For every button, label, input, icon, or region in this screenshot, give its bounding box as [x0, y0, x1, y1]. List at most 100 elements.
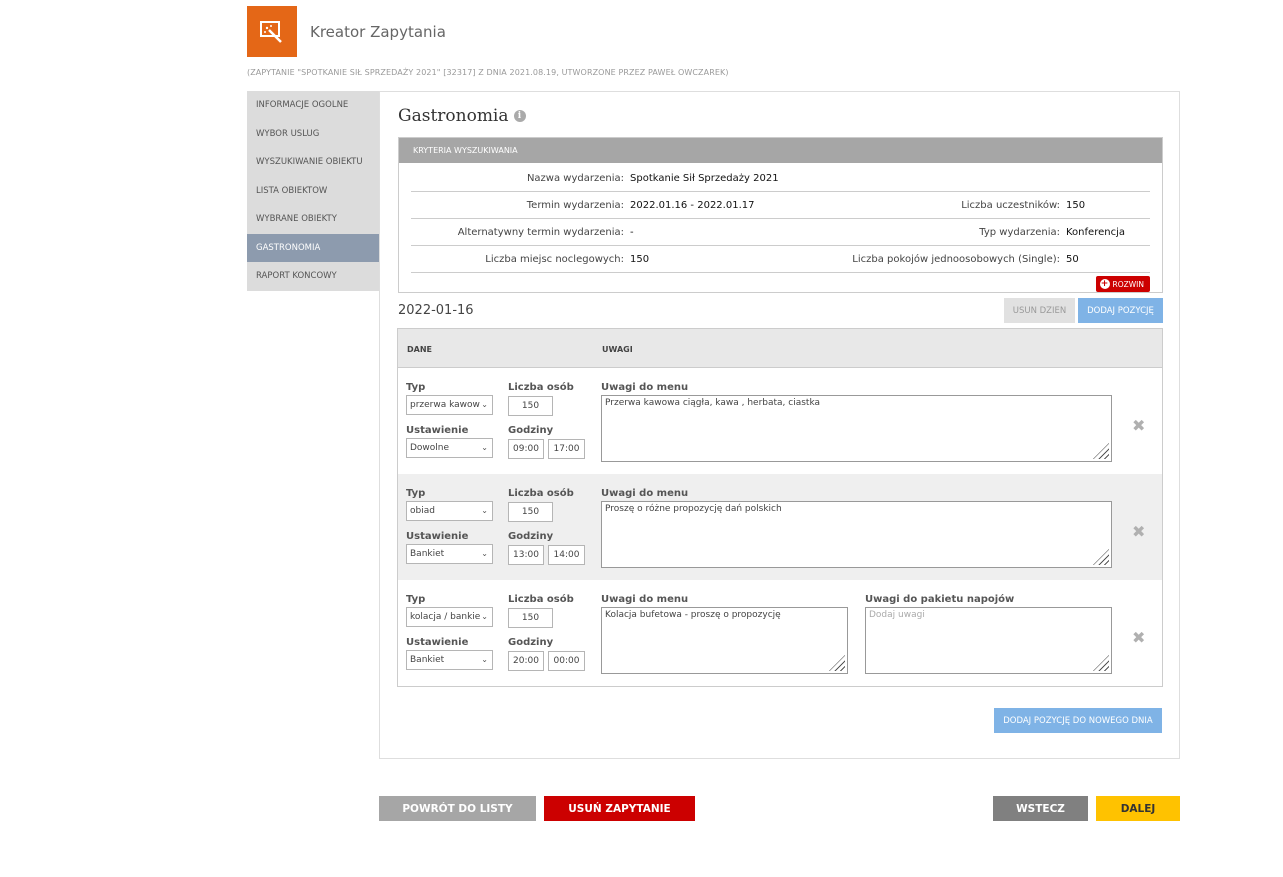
- ustawienie-select[interactable]: Dowolne ⌄: [406, 438, 493, 458]
- plus-circle-icon: +: [1099, 278, 1110, 289]
- uwagi-menu-label: Uwagi do menu: [601, 594, 689, 605]
- typ-select[interactable]: obiad ⌄: [406, 501, 493, 521]
- liczba-osob-label: Liczba osób: [508, 382, 574, 393]
- uwagi-menu-label: Uwagi do menu: [601, 382, 689, 393]
- criteria-value: -: [630, 227, 634, 238]
- criteria-row: Termin wydarzenia: 2022.01.16 - 2022.01.…: [411, 192, 1150, 219]
- typ-label: Typ: [406, 594, 426, 605]
- expand-button[interactable]: + ROZWIN: [1095, 276, 1150, 292]
- sidebar-item-wyszukiwanie-obiektu[interactable]: WYSZUKIWANIE OBIEKTU: [247, 148, 380, 177]
- liczba-osob-input[interactable]: 150: [508, 396, 553, 416]
- add-item-button[interactable]: DODAJ POZYCJĘ: [1078, 298, 1163, 323]
- godziny-label: Godziny: [508, 425, 554, 436]
- uwagi-menu-label: Uwagi do menu: [601, 488, 689, 499]
- resize-grip-icon[interactable]: [1093, 549, 1109, 565]
- criteria-label: Liczba uczestników:: [961, 200, 1060, 211]
- catering-item: Typ kolacja / bankie ⌄ Liczba osób 150 U…: [398, 580, 1162, 686]
- criteria-value: Spotkanie Sił Sprzedaży 2021: [630, 173, 779, 184]
- ustawienie-label: Ustawienie: [406, 637, 469, 648]
- magic-wand-icon: [260, 20, 282, 43]
- uwagi-menu-textarea[interactable]: Proszę o różne propozycję dań polskich: [601, 501, 1112, 568]
- back-button[interactable]: WSTECZ: [993, 796, 1088, 821]
- time-from-input[interactable]: 20:00: [508, 651, 544, 671]
- ustawienie-label: Ustawienie: [406, 531, 469, 542]
- catering-items-table: DANE UWAGI Typ przerwa kawow ⌄ Liczba os…: [397, 328, 1163, 687]
- liczba-osob-label: Liczba osób: [508, 594, 574, 605]
- back-to-list-button[interactable]: POWRÓT DO LISTY: [379, 796, 536, 821]
- delete-request-button[interactable]: USUŃ ZAPYTANIE: [544, 796, 695, 821]
- uwagi-menu-textarea[interactable]: Kolacja bufetowa - proszę o propozycję: [601, 607, 848, 674]
- delete-item-icon[interactable]: ✖: [1132, 416, 1145, 435]
- ustawienie-label: Ustawienie: [406, 425, 469, 436]
- uwagi-menu-text: Przerwa kawowa ciągła, kawa , herbata, c…: [605, 398, 821, 408]
- criteria-label: Liczba miejsc noclegowych:: [485, 254, 624, 265]
- uwagi-menu-textarea[interactable]: Przerwa kawowa ciągła, kawa , herbata, c…: [601, 395, 1112, 462]
- uwagi-napoje-placeholder: Dodaj uwagi: [869, 610, 925, 620]
- resize-grip-icon[interactable]: [1093, 655, 1109, 671]
- resize-grip-icon[interactable]: [1093, 443, 1109, 459]
- time-from-input[interactable]: 13:00: [508, 545, 544, 565]
- delete-item-icon[interactable]: ✖: [1132, 522, 1145, 541]
- typ-select-value: przerwa kawow: [410, 400, 480, 410]
- chevron-down-icon: ⌄: [481, 612, 488, 621]
- criteria-heading: KRYTERIA WYSZUKIWANIA: [399, 138, 1162, 163]
- sidebar-item-raport-koncowy[interactable]: RAPORT KONCOWY: [247, 262, 380, 291]
- criteria-row: Liczba miejsc noclegowych: 150 Liczba po…: [411, 246, 1150, 273]
- criteria-value: 150: [1066, 200, 1086, 211]
- ustawienie-select[interactable]: Bankiet ⌄: [406, 650, 493, 670]
- criteria-label: Alternatywny termin wydarzenia:: [457, 227, 624, 238]
- delete-item-icon[interactable]: ✖: [1132, 628, 1145, 647]
- day-date: 2022-01-16: [398, 303, 474, 318]
- add-new-day-button[interactable]: DODAJ POZYCJĘ DO NOWEGO DNIA: [994, 708, 1162, 733]
- time-to-input[interactable]: 14:00: [548, 545, 585, 565]
- typ-label: Typ: [406, 488, 426, 499]
- criteria-value: 150: [630, 254, 650, 265]
- sidebar-item-lista-obiektow[interactable]: LISTA OBIEKTOW: [247, 177, 380, 206]
- chevron-down-icon: ⌄: [481, 400, 488, 409]
- uwagi-napoje-label: Uwagi do pakietu napojów: [865, 594, 1015, 605]
- main-panel: Gastronomia i KRYTERIA WYSZUKIWANIA Nazw…: [379, 91, 1180, 759]
- catering-item: Typ obiad ⌄ Liczba osób 150 Ustawienie B…: [398, 474, 1162, 580]
- chevron-down-icon: ⌄: [481, 443, 488, 452]
- criteria-label: Typ wydarzenia:: [979, 227, 1060, 238]
- criteria-value: 50: [1066, 254, 1079, 265]
- search-criteria-panel: KRYTERIA WYSZUKIWANIA Nazwa wydarzenia: …: [398, 137, 1163, 293]
- sidebar-nav: INFORMACJE OGOLNE WYBOR USLUG WYSZUKIWAN…: [247, 91, 380, 291]
- liczba-osob-input[interactable]: 150: [508, 502, 553, 522]
- uwagi-menu-text: Kolacja bufetowa - proszę o propozycję: [605, 610, 781, 620]
- sidebar-item-gastronomia[interactable]: GASTRONOMIA: [247, 233, 380, 262]
- typ-select-value: obiad: [410, 506, 435, 516]
- sidebar-item-wybrane-obiekty[interactable]: WYBRANE OBIEKTY: [247, 205, 380, 234]
- expand-button-label: ROZWIN: [1112, 279, 1145, 289]
- ustawienie-select[interactable]: Bankiet ⌄: [406, 544, 493, 564]
- time-to-input[interactable]: 00:00: [548, 651, 585, 671]
- chevron-down-icon: ⌄: [481, 506, 488, 515]
- typ-select[interactable]: przerwa kawow ⌄: [406, 395, 493, 415]
- criteria-value: 2022.01.16 - 2022.01.17: [630, 200, 755, 211]
- resize-grip-icon[interactable]: [829, 655, 845, 671]
- ustawienie-select-value: Dowolne: [410, 443, 450, 453]
- page-title-text: Gastronomia: [398, 106, 509, 126]
- catering-item: Typ przerwa kawow ⌄ Liczba osób 150 Usta…: [398, 368, 1162, 474]
- typ-select-value: kolacja / bankie: [410, 612, 481, 622]
- criteria-value: Konferencja: [1066, 227, 1125, 238]
- info-icon[interactable]: i: [513, 110, 526, 122]
- time-to-input[interactable]: 17:00: [548, 439, 585, 459]
- typ-select[interactable]: kolacja / bankie ⌄: [406, 607, 493, 627]
- criteria-label: Termin wydarzenia:: [526, 200, 624, 211]
- ustawienie-select-value: Bankiet: [410, 549, 445, 559]
- typ-label: Typ: [406, 382, 426, 393]
- liczba-osob-input[interactable]: 150: [508, 608, 553, 628]
- app-header: Kreator Zapytania: [247, 6, 446, 57]
- chevron-down-icon: ⌄: [481, 655, 488, 664]
- remove-day-button[interactable]: USUN DZIEN: [1004, 298, 1075, 323]
- next-button[interactable]: DALEJ: [1096, 796, 1180, 821]
- time-from-input[interactable]: 09:00: [508, 439, 544, 459]
- liczba-osob-label: Liczba osób: [508, 488, 574, 499]
- request-subtitle: (ZAPYTANIE "SPOTKANIE SIŁ SPRZEDAŻY 2021…: [247, 68, 729, 77]
- uwagi-napoje-textarea[interactable]: Dodaj uwagi: [865, 607, 1112, 674]
- sidebar-item-informacje-ogolne[interactable]: INFORMACJE OGOLNE: [247, 91, 380, 120]
- sidebar-item-wybor-uslug[interactable]: WYBOR USLUG: [247, 120, 380, 149]
- criteria-row: Nazwa wydarzenia: Spotkanie Sił Sprzedaż…: [411, 165, 1150, 192]
- app-logo: [247, 6, 297, 57]
